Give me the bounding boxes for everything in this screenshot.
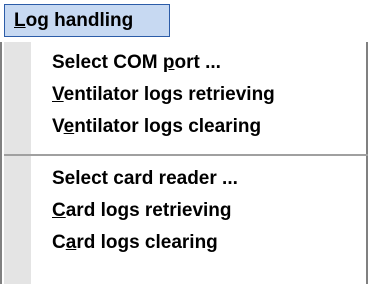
log-handling-menu-button[interactable]: Log handling (4, 4, 170, 37)
log-handling-dropdown: Select COM port ... Ventilator logs retr… (0, 42, 368, 284)
menu-item-ventilator-logs-clearing[interactable]: Ventilator logs clearing (52, 112, 261, 142)
menu-item-label: Select card reader ... (52, 168, 238, 189)
menu-item-ventilator-logs-retrieving[interactable]: Ventilator logs retrieving (52, 80, 275, 110)
menu-icon-gutter (4, 42, 31, 284)
menu-item-label: Card logs clearing (52, 232, 218, 253)
menu-separator (4, 154, 368, 156)
menu-item-select-com-port[interactable]: Select COM port ... (52, 48, 221, 78)
log-handling-label-rest: og handling (25, 10, 134, 31)
menu-bar: Log handling (0, 0, 368, 42)
menu-item-label: Select COM port ... (52, 52, 221, 73)
menu-item-label: Ventilator logs retrieving (52, 84, 275, 105)
menu-item-card-logs-retrieving[interactable]: Card logs retrieving (52, 196, 232, 226)
menu-item-label: Ventilator logs clearing (52, 116, 262, 137)
menu-item-label: Card logs retrieving (52, 200, 232, 221)
menu-item-select-card-reader[interactable]: Select card reader ... (52, 164, 238, 194)
menu-item-card-logs-clearing[interactable]: Card logs clearing (52, 228, 218, 258)
log-handling-mnemonic: L (14, 10, 26, 31)
